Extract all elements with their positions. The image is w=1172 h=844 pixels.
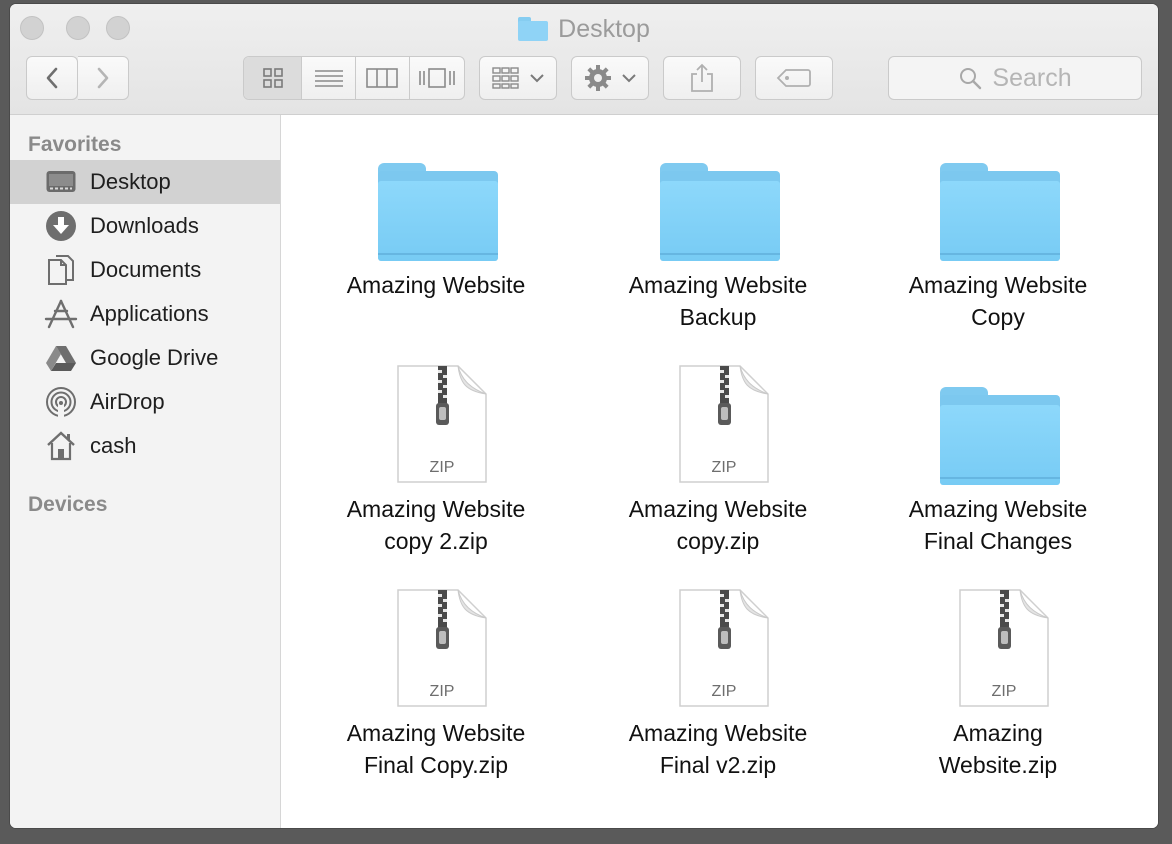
file-item[interactable]: ZIP Amazing Website Final v2.zip: [598, 585, 838, 781]
file-item[interactable]: Amazing Website Backup: [598, 137, 838, 333]
sidebar-item-label: Documents: [90, 257, 202, 282]
action-button[interactable]: [571, 56, 649, 100]
zip-file-icon: ZIP: [371, 585, 501, 707]
zip-file-icon: ZIP: [933, 585, 1063, 707]
folder-icon: [933, 361, 1063, 485]
sidebar-item-google-drive[interactable]: Google Drive: [10, 336, 280, 380]
share-button[interactable]: [663, 56, 741, 100]
column-view-button[interactable]: [356, 57, 410, 99]
folder-icon: [518, 17, 549, 41]
icon-view-button[interactable]: [244, 57, 303, 99]
zip-badge: ZIP: [711, 683, 737, 700]
sidebar-item-home[interactable]: cash: [10, 424, 280, 468]
cover-flow-view-button[interactable]: [410, 57, 465, 99]
file-name: Amazing Website: [346, 272, 526, 298]
file-item[interactable]: ZIP Amazing Website copy 2.zip: [316, 361, 556, 557]
file-name: Amazing Website.zip: [938, 720, 1058, 778]
sidebar-item-label: Google Drive: [90, 345, 219, 370]
file-item[interactable]: Amazing Website: [316, 137, 556, 301]
zip-badge: ZIP: [429, 459, 455, 476]
file-item[interactable]: ZIP Amazing Website Final Copy.zip: [316, 585, 556, 781]
chevron-right-icon: [97, 67, 109, 89]
folder-icon: [371, 137, 501, 261]
zip-badge: ZIP: [711, 459, 737, 476]
arrange-button[interactable]: [479, 56, 557, 100]
tags-button[interactable]: [755, 56, 833, 100]
file-name: Amazing Website Final Copy.zip: [346, 720, 526, 778]
arrange-icon: [492, 67, 519, 89]
applications-icon: [44, 297, 78, 331]
desktop-icon: [44, 165, 78, 199]
sidebar-item-label: cash: [90, 433, 137, 458]
airdrop-icon: [44, 385, 78, 419]
columns-icon: [366, 68, 399, 88]
chevron-left-icon: [46, 67, 58, 89]
file-name: Amazing Website Backup: [628, 272, 808, 330]
file-item[interactable]: Amazing Website Final Changes: [878, 361, 1118, 557]
sidebar-item-documents[interactable]: Documents: [10, 248, 280, 292]
zip-file-icon: ZIP: [371, 361, 501, 483]
sidebar-item-label: AirDrop: [90, 389, 165, 414]
window-title: Desktop: [10, 14, 1158, 44]
downloads-icon: [44, 209, 78, 243]
folder-icon: [653, 137, 783, 261]
file-item[interactable]: ZIP Amazing Website.zip: [878, 585, 1118, 781]
sidebar-item-label: Downloads: [90, 213, 199, 238]
zip-badge: ZIP: [991, 683, 1017, 700]
sidebar-item-desktop[interactable]: Desktop: [10, 160, 280, 204]
devices-header: Devices: [28, 493, 108, 516]
home-icon: [44, 429, 78, 463]
zip-file-icon: ZIP: [653, 361, 783, 483]
cover-flow-icon: [418, 68, 455, 88]
sidebar-item-label: Desktop: [90, 169, 171, 194]
search-placeholder: Search: [992, 63, 1072, 92]
grid-icon: [262, 68, 283, 88]
tag-icon: [776, 69, 811, 87]
sidebar: Favorites Desktop Downloads Documents Ap…: [10, 115, 281, 828]
file-grid: Amazing Website Amazing Website Backup Am…: [281, 115, 1158, 828]
list-icon: [314, 70, 343, 87]
sidebar-item-label: Applications: [90, 301, 209, 326]
share-icon: [691, 63, 713, 92]
search-field[interactable]: Search: [888, 56, 1142, 100]
window-title-text: Desktop: [558, 14, 650, 43]
zip-badge: ZIP: [429, 683, 455, 700]
list-view-button[interactable]: [302, 57, 356, 99]
file-name: Amazing Website Final Changes: [908, 496, 1088, 554]
search-icon: [960, 68, 982, 90]
google-drive-icon: [44, 341, 78, 375]
sidebar-item-applications[interactable]: Applications: [10, 292, 280, 336]
file-item[interactable]: ZIP Amazing Website copy.zip: [598, 361, 838, 557]
sidebar-item-downloads[interactable]: Downloads: [10, 204, 280, 248]
back-button[interactable]: [26, 56, 78, 100]
documents-icon: [44, 253, 78, 287]
file-item[interactable]: Amazing Website Copy: [878, 137, 1118, 333]
file-name: Amazing Website copy.zip: [628, 496, 808, 554]
gear-icon: [585, 65, 611, 91]
forward-button[interactable]: [78, 56, 129, 100]
chevron-down-icon: [622, 74, 636, 83]
file-name: Amazing Website Copy: [908, 272, 1088, 330]
view-mode-control: [243, 56, 465, 100]
chevron-down-icon: [530, 74, 544, 83]
file-name: Amazing Website Final v2.zip: [628, 720, 808, 778]
favorites-header: Favorites: [28, 133, 122, 156]
finder-window: Desktop Search Favorites Desktop Downloa…: [10, 4, 1158, 828]
zip-file-icon: ZIP: [653, 585, 783, 707]
folder-icon: [933, 137, 1063, 261]
file-name: Amazing Website copy 2.zip: [346, 496, 526, 554]
toolbar: Desktop Search: [10, 4, 1158, 115]
sidebar-item-airdrop[interactable]: AirDrop: [10, 380, 280, 424]
